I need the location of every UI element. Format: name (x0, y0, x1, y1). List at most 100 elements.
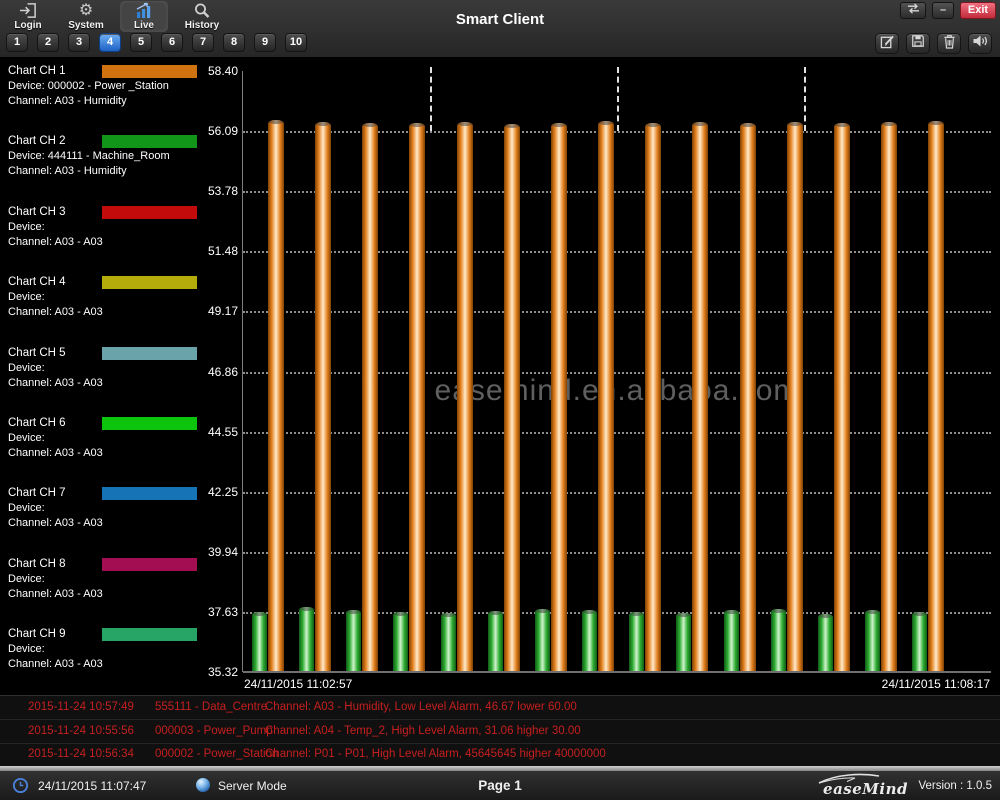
channel-id: Channel: A03 - A03 (8, 305, 198, 320)
chart-action-toolbar (875, 33, 992, 54)
channel-legend-sidebar: Chart CH 1Device: 000002 - Power _Statio… (0, 57, 200, 695)
bar-orange (740, 123, 756, 671)
page-tab-8[interactable]: 8 (223, 33, 245, 52)
delete-button[interactable] (937, 33, 961, 54)
channel-color-chip (102, 135, 197, 148)
bar-orange (409, 123, 425, 671)
page-tab-7[interactable]: 7 (192, 33, 214, 52)
bar-green (299, 607, 314, 671)
y-axis-label: 35.32 (200, 665, 238, 679)
status-bar: 24/11/2015 11:07:47 Server Mode Page 1 e… (0, 771, 1000, 800)
alarm-row[interactable]: 2015-11-24 10:57:49555111 - Data_CentreC… (0, 696, 1000, 720)
save-button[interactable] (906, 33, 930, 54)
alarm-row[interactable]: 2015-11-24 10:56:34 000002 - Power_Statio… (0, 743, 1000, 767)
channel-device: Device: (8, 431, 198, 446)
channel-legend-item[interactable]: Chart CH 3Device:Channel: A03 - A03 (8, 205, 198, 250)
y-axis-label: 49.17 (200, 304, 238, 318)
channel-id: Channel: A03 - A03 (8, 446, 198, 461)
channel-device: Device: (8, 572, 198, 587)
channel-device: Device: 000002 - Power _Station (8, 79, 198, 94)
page-tab-9[interactable]: 9 (254, 33, 276, 52)
channel-legend-item[interactable]: Chart CH 7Device:Channel: A03 - A03 (8, 486, 198, 531)
bar-orange (881, 122, 897, 671)
alarm-device: 555111 - Data_Centre (155, 701, 267, 713)
bar-orange (457, 122, 473, 671)
y-axis-label: 39.94 (200, 545, 238, 559)
bar-green (582, 610, 597, 671)
bar-green (393, 612, 408, 671)
bar-orange (787, 122, 803, 671)
page-tab-6[interactable]: 6 (161, 33, 183, 52)
watermark-text: easemind.en.alibaba.com (243, 374, 991, 408)
bar-orange (551, 123, 567, 671)
channel-legend-item[interactable]: Chart CH 9Device:Channel: A03 - A03 (8, 627, 198, 672)
x-axis-line (243, 671, 991, 673)
channel-legend-item[interactable]: Chart CH 1Device: 000002 - Power _Statio… (8, 64, 198, 109)
page-tab-1[interactable]: 1 (6, 33, 28, 52)
alarm-row[interactable]: 2015-11-24 10:55:56000003 - Power_PumpCh… (0, 720, 1000, 744)
app-title: Smart Client (0, 11, 1000, 28)
gridline (243, 191, 991, 193)
y-axis-label: 58.40 (200, 64, 238, 78)
page-tab-4[interactable]: 4 (99, 33, 121, 52)
alarm-time: 2015-11-24 10:57:49 (28, 701, 134, 713)
channel-id: Channel: A03 - A03 (8, 587, 198, 602)
channel-legend-item[interactable]: Chart CH 6Device:Channel: A03 - A03 (8, 416, 198, 461)
channel-id: Channel: A03 - A03 (8, 516, 198, 531)
bar-orange (504, 124, 520, 671)
layout-switch-icon (906, 3, 921, 18)
channel-legend-item[interactable]: Chart CH 2Device: 444111 - Machine_RoomC… (8, 134, 198, 179)
y-axis-label: 37.63 (200, 605, 238, 619)
bar-orange (645, 123, 661, 671)
edit-button[interactable] (875, 33, 899, 54)
bar-green (252, 612, 267, 671)
minimize-button[interactable]: – (932, 2, 954, 19)
channel-id: Channel: A03 - A03 (8, 376, 198, 391)
page-tab-3[interactable]: 3 (68, 33, 90, 52)
bar-green (629, 612, 644, 671)
speaker-icon (972, 34, 988, 53)
save-icon (911, 34, 925, 53)
bar-green (346, 610, 361, 671)
bar-green (535, 609, 550, 671)
channel-id: Channel: A03 - A03 (8, 235, 198, 250)
bar-chart-plot: easemind.en.alibaba.com (242, 71, 991, 672)
page-tab-10[interactable]: 10 (285, 33, 307, 52)
exit-button[interactable]: Exit (960, 2, 996, 19)
channel-device: Device: (8, 501, 198, 516)
gridline (243, 432, 991, 434)
channel-legend-item[interactable]: Chart CH 5Device:Channel: A03 - A03 (8, 346, 198, 391)
layout-switch-button[interactable] (900, 2, 926, 19)
gridline (243, 131, 991, 133)
channel-device: Device: 444111 - Machine_Room (8, 149, 198, 164)
page-tab-2[interactable]: 2 (37, 33, 59, 52)
top-bar: Login⚙SystemLiveHistory Smart Client – E… (0, 0, 1000, 57)
channel-legend-item[interactable]: Chart CH 4Device:Channel: A03 - A03 (8, 275, 198, 320)
version-label: Version : 1.0.5 (918, 780, 992, 792)
channel-legend-item[interactable]: Chart CH 8Device:Channel: A03 - A03 (8, 557, 198, 602)
trash-icon (943, 34, 956, 54)
sound-button[interactable] (968, 33, 992, 54)
bar-orange (315, 122, 331, 671)
main-content: Chart CH 1Device: 000002 - Power _Statio… (0, 57, 1000, 695)
bar-orange (834, 123, 850, 671)
bar-green (676, 613, 691, 671)
x-axis-start-label: 24/11/2015 11:02:57 (244, 677, 352, 691)
channel-color-chip (102, 347, 197, 360)
alarm-time: 2015-11-24 10:56:34 (28, 748, 134, 760)
y-axis-label: 51.48 (200, 244, 238, 258)
chart-area: easemind.en.alibaba.com 24/11/2015 11:02… (200, 57, 1000, 695)
window-controls: – Exit (900, 2, 996, 19)
y-axis-label: 53.78 (200, 184, 238, 198)
gridline (243, 492, 991, 494)
channel-id: Channel: A03 - A03 (8, 657, 198, 672)
channel-device: Device: (8, 642, 198, 657)
alarm-device: 000002 - Power_Station (155, 748, 278, 760)
bar-green (441, 613, 456, 671)
gridline (243, 552, 991, 554)
smart-client-window: { "header": { "title": "Smart Client", "… (0, 0, 1000, 800)
bar-green (818, 614, 833, 671)
time-marker-line (804, 67, 806, 131)
time-marker-line (430, 67, 432, 131)
page-tab-5[interactable]: 5 (130, 33, 152, 52)
